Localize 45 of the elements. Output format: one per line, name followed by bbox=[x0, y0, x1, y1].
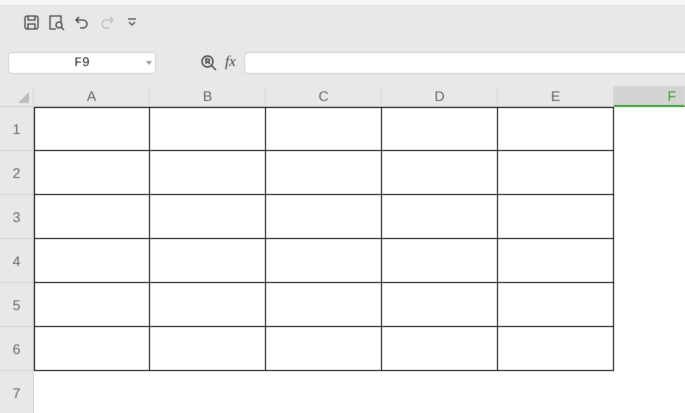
table-cell[interactable] bbox=[382, 327, 498, 371]
table-cell[interactable] bbox=[150, 151, 266, 195]
save-icon bbox=[24, 15, 39, 30]
dropdown-caret-icon bbox=[146, 60, 152, 64]
search-icon[interactable] bbox=[201, 54, 217, 70]
table-cell[interactable] bbox=[498, 195, 614, 239]
table-cell[interactable] bbox=[498, 283, 614, 327]
redo-icon bbox=[100, 16, 114, 29]
table-cell[interactable] bbox=[34, 151, 150, 195]
table-cell[interactable] bbox=[150, 283, 266, 327]
table-cell[interactable] bbox=[150, 107, 266, 151]
save-button[interactable] bbox=[22, 13, 41, 32]
function-button[interactable]: fx bbox=[225, 54, 236, 71]
table-cell[interactable] bbox=[266, 151, 382, 195]
table-cell[interactable] bbox=[498, 107, 614, 151]
preview-button[interactable] bbox=[47, 13, 66, 32]
table-cell[interactable] bbox=[382, 283, 498, 327]
table-cell[interactable] bbox=[382, 107, 498, 151]
table-cell[interactable] bbox=[34, 283, 150, 327]
table-cell[interactable] bbox=[34, 327, 150, 371]
table-cell[interactable] bbox=[150, 195, 266, 239]
formula-input-field[interactable] bbox=[244, 52, 685, 74]
table-cell[interactable] bbox=[266, 283, 382, 327]
column-header[interactable]: F bbox=[614, 86, 685, 107]
table-cell[interactable] bbox=[266, 239, 382, 283]
print-preview-icon bbox=[48, 14, 64, 30]
table-cell[interactable] bbox=[382, 195, 498, 239]
table-cell[interactable] bbox=[266, 107, 382, 151]
table-cell[interactable] bbox=[34, 239, 150, 283]
table-cell[interactable] bbox=[498, 151, 614, 195]
undo-icon bbox=[74, 16, 88, 29]
table-cell[interactable] bbox=[150, 327, 266, 371]
table-cell[interactable] bbox=[34, 107, 150, 151]
table-cell[interactable] bbox=[498, 239, 614, 283]
table-cell[interactable] bbox=[266, 195, 382, 239]
table-cell[interactable] bbox=[382, 151, 498, 195]
table-cell[interactable] bbox=[614, 107, 685, 151]
table-cell[interactable] bbox=[266, 327, 382, 371]
customize-caret-icon bbox=[126, 18, 136, 27]
name-box[interactable]: F9 bbox=[8, 52, 156, 74]
table-cell[interactable] bbox=[382, 239, 498, 283]
table-cell[interactable] bbox=[34, 371, 150, 413]
table-cell[interactable] bbox=[150, 239, 266, 283]
table-cell[interactable] bbox=[498, 327, 614, 371]
table-cell[interactable] bbox=[34, 195, 150, 239]
